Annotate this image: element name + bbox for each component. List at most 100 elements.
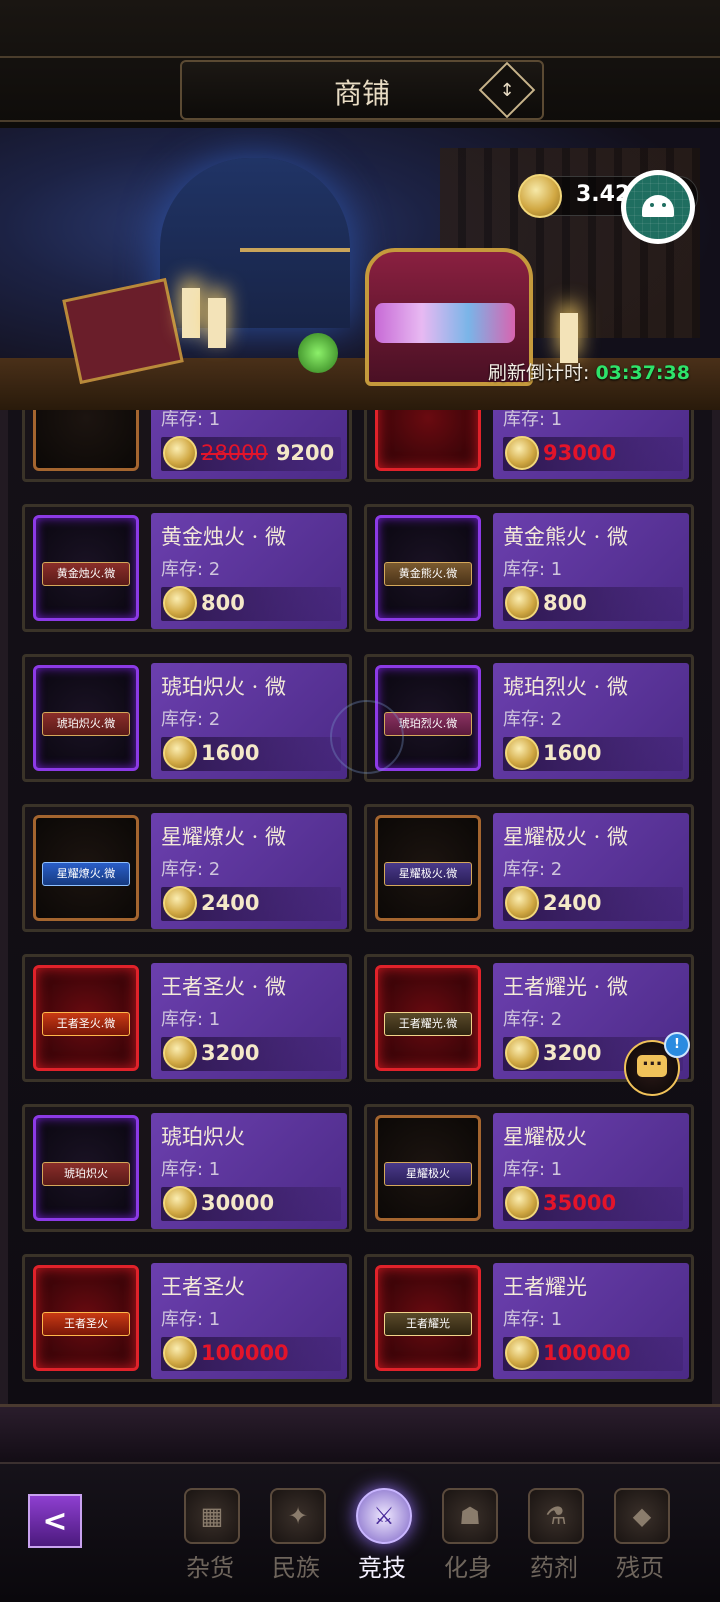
- item-emblem: 王者耀光: [384, 1312, 472, 1336]
- gold-coin-icon: [505, 1336, 539, 1370]
- tab-pages[interactable]: ◆ 残页: [600, 1484, 680, 1594]
- top-bar: 商铺 ↕: [0, 0, 720, 131]
- item-stock: 库存: 1: [161, 1159, 221, 1180]
- item-emblem: 星耀燎火.微: [42, 862, 130, 886]
- refresh-label: 刷新倒计时:: [488, 362, 590, 384]
- price-bar: 800: [161, 586, 341, 621]
- item-thumbnail: 王者耀光: [375, 1265, 481, 1371]
- item-info: 琥珀炽火 · 微 库存: 2 1600: [151, 663, 347, 779]
- item-stock: 库存: 1: [503, 559, 563, 580]
- item-thumbnail: [33, 410, 139, 471]
- item-stock: 库存: 2: [161, 709, 221, 730]
- scale-art: [240, 248, 350, 252]
- candle-art: [182, 288, 200, 338]
- item-name: 王者圣火 · 微: [161, 975, 287, 999]
- shop-item-card[interactable]: 琥珀烈火.微 琥珀烈火 · 微 库存: 2 1600: [364, 654, 694, 782]
- item-price: 1600: [543, 741, 602, 765]
- android-icon: [642, 195, 674, 217]
- price-bar: 1600: [161, 736, 341, 771]
- item-stock: 库存: 1: [161, 1309, 221, 1330]
- item-emblem: 黄金烛火.微: [42, 562, 130, 586]
- tab-label: 药剂: [530, 1554, 578, 1582]
- android-badge: [626, 175, 690, 239]
- back-arrow-icon[interactable]: <: [28, 1494, 82, 1548]
- shop-item-card[interactable]: 王者圣火.微 王者圣火 · 微 库存: 1 3200: [22, 954, 352, 1082]
- refresh-countdown: 刷新倒计时: 03:37:38: [488, 358, 690, 385]
- swap-arrows-icon: ↕: [499, 79, 515, 101]
- item-price: 100000: [201, 1341, 289, 1365]
- item-stock: 库存: 1: [161, 410, 221, 430]
- potion-icon: ⚗: [528, 1488, 584, 1544]
- gold-coin-icon: [505, 586, 539, 620]
- item-info: 库存: 1 93000: [493, 410, 689, 479]
- shop-item-card[interactable]: 琥珀炽火.微 琥珀炽火 · 微 库存: 2 1600: [22, 654, 352, 782]
- tab-label: 民族: [272, 1554, 320, 1582]
- item-info: 琥珀炽火 库存: 1 30000: [151, 1113, 347, 1229]
- item-emblem: 星耀极火.微: [384, 862, 472, 886]
- item-price: 93000: [543, 441, 617, 465]
- discount-price: 9200: [275, 441, 335, 465]
- list-frame-bottom: [0, 1404, 720, 1465]
- price-bar: 100000: [161, 1336, 341, 1371]
- item-name: 黄金熊火 · 微: [503, 525, 629, 549]
- item-price: 1600: [201, 741, 260, 765]
- notification-badge: !: [664, 1032, 690, 1058]
- tab-avatar[interactable]: ☗ 化身: [428, 1484, 508, 1594]
- item-stock: 库存: 1: [161, 1009, 221, 1030]
- item-info: 王者圣火 · 微 库存: 1 3200: [151, 963, 347, 1079]
- shop-item-list[interactable]: 库存: 1 28000 9200 库存: 1 93000 黄金烛火.微 黄金烛火 …: [0, 410, 720, 1420]
- shop-item-card[interactable]: 黄金烛火.微 黄金烛火 · 微 库存: 2 800: [22, 504, 352, 632]
- shop-item-card[interactable]: 琥珀炽火 琥珀炽火 库存: 1 30000: [22, 1104, 352, 1232]
- item-price: 100000: [543, 1341, 631, 1365]
- shop-item-card[interactable]: 星耀燎火.微 星耀燎火 · 微 库存: 2 2400: [22, 804, 352, 932]
- item-stock: 库存: 2: [161, 559, 221, 580]
- item-emblem: 王者圣火.微: [42, 1012, 130, 1036]
- shop-item-card[interactable]: 库存: 1 93000: [364, 410, 694, 482]
- item-info: 星耀燎火 · 微 库存: 2 2400: [151, 813, 347, 929]
- item-name: 王者耀光: [503, 1275, 587, 1299]
- tab-nation[interactable]: ✦ 民族: [256, 1484, 336, 1594]
- item-info: 黄金烛火 · 微 库存: 2 800: [151, 513, 347, 629]
- chat-button[interactable]: !: [624, 1032, 690, 1096]
- tab-label: 化身: [444, 1554, 492, 1582]
- price-bar: 800: [503, 586, 683, 621]
- item-emblem: 王者耀光.微: [384, 1012, 472, 1036]
- gold-coin-icon: [163, 436, 197, 470]
- shop-item-card[interactable]: 库存: 1 28000 9200: [22, 410, 352, 482]
- price-bar: 2400: [503, 886, 683, 921]
- shop-item-card[interactable]: 王者耀光 王者耀光 库存: 1 100000: [364, 1254, 694, 1382]
- gold-coin-icon: [505, 886, 539, 920]
- gold-coin-icon: [163, 1036, 197, 1070]
- item-name: 琥珀炽火 · 微: [161, 675, 287, 699]
- page-icon: ◆: [614, 1488, 670, 1544]
- tab-arena[interactable]: ⚔ 竞技: [342, 1484, 422, 1594]
- chat-icon: [637, 1049, 667, 1077]
- cards-icon: ▦: [184, 1488, 240, 1544]
- item-info: 黄金熊火 · 微 库存: 1 800: [493, 513, 689, 629]
- item-thumbnail: 星耀极火: [375, 1115, 481, 1221]
- gold-coin-icon: [505, 1036, 539, 1070]
- item-price: 800: [543, 591, 587, 615]
- loading-ring: [330, 700, 404, 774]
- item-price: 3200: [543, 1041, 602, 1065]
- tab-potion[interactable]: ⚗ 药剂: [514, 1484, 594, 1594]
- item-name: 琥珀炽火: [161, 1125, 245, 1149]
- android-overlay-button[interactable]: [621, 170, 695, 244]
- gold-coin-icon: [163, 736, 197, 770]
- shop-item-card[interactable]: 星耀极火 星耀极火 库存: 1 35000: [364, 1104, 694, 1232]
- item-emblem: 星耀极火: [384, 1162, 472, 1186]
- item-name: 星耀极火 · 微: [503, 825, 629, 849]
- item-price: 2400: [201, 891, 260, 915]
- item-emblem: 琥珀炽火: [42, 1162, 130, 1186]
- gold-coin-icon: [518, 174, 562, 218]
- original-price: 28000: [201, 441, 268, 465]
- shop-item-card[interactable]: 黄金熊火.微 黄金熊火 · 微 库存: 1 800: [364, 504, 694, 632]
- shop-item-card[interactable]: 星耀极火.微 星耀极火 · 微 库存: 2 2400: [364, 804, 694, 932]
- item-price: 30000: [201, 1191, 275, 1215]
- item-price: 800: [201, 591, 245, 615]
- tab-groceries[interactable]: ▦ 杂货: [170, 1484, 250, 1594]
- arena-icon: ⚔: [356, 1488, 412, 1544]
- item-price: 28000 9200: [201, 441, 334, 465]
- item-emblem: 黄金熊火.微: [384, 562, 472, 586]
- shop-item-card[interactable]: 王者圣火 王者圣火 库存: 1 100000: [22, 1254, 352, 1382]
